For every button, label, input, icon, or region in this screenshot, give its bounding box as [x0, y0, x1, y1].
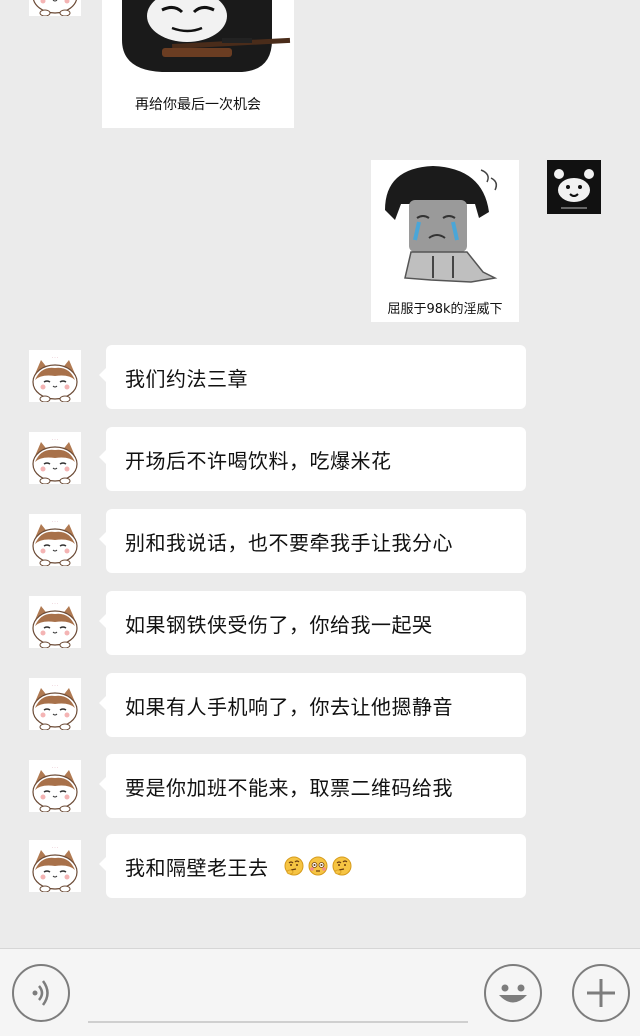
message-text: 我和隔壁老王去 — [125, 855, 269, 880]
contact-avatar[interactable] — [29, 596, 81, 648]
contact-avatar[interactable] — [29, 432, 81, 484]
contact-avatar[interactable] — [29, 514, 81, 566]
cat-avatar-image — [29, 514, 81, 566]
message-bubble[interactable]: 我们约法三章 — [99, 345, 526, 409]
message-text: 要是你加班不能来，取票二维码给我 — [125, 775, 453, 800]
message-bubble[interactable]: 别和我说话，也不要牵我手让我分心 — [99, 509, 526, 573]
message-text: 如果钢铁侠受伤了，你给我一起哭 — [125, 612, 433, 637]
message-bubble[interactable]: 如果有人手机响了，你去让他摁静音 — [99, 673, 526, 737]
cat-avatar-image — [29, 0, 81, 16]
emoji-icon — [499, 984, 527, 1003]
cat-avatar-image — [29, 840, 81, 892]
cat-avatar-image — [29, 596, 81, 648]
cat-avatar-image — [29, 760, 81, 812]
message-bubble[interactable]: 我和隔壁老王去 — [99, 834, 526, 898]
thinking-face-emoji — [283, 855, 305, 877]
panda-rifle-image — [122, 0, 291, 72]
sent-sticker[interactable]: 屈服于98k的淫威下 — [371, 160, 519, 322]
emoji-button[interactable] — [484, 964, 542, 1022]
message-text: 如果有人手机响了，你去让他摁静音 — [125, 694, 453, 719]
message-bubble[interactable]: 如果钢铁侠受伤了，你给我一起哭 — [99, 591, 526, 655]
voice-icon — [32, 980, 49, 1006]
contact-avatar[interactable] — [29, 840, 81, 892]
cat-avatar-image — [29, 432, 81, 484]
contact-avatar[interactable] — [29, 760, 81, 812]
flushed-face-emoji — [307, 855, 329, 877]
message-bubble[interactable]: 开场后不许喝饮料，吃爆米花 — [99, 427, 526, 491]
input-bar — [0, 948, 640, 1036]
message-input-underline[interactable] — [88, 1021, 468, 1023]
cat-avatar-image — [29, 678, 81, 730]
message-text: 我们约法三章 — [125, 366, 248, 391]
more-options-button[interactable] — [572, 964, 630, 1022]
voice-button[interactable] — [12, 964, 70, 1022]
message-text: 别和我说话，也不要牵我手让我分心 — [125, 530, 453, 555]
emoji-group — [281, 855, 353, 877]
self-avatar[interactable] — [547, 160, 601, 214]
bear-avatar-image — [547, 160, 601, 214]
sent-sticker-caption: 屈服于98k的淫威下 — [387, 302, 503, 317]
received-sticker[interactable]: 再给你最后一次机会 — [102, 0, 294, 128]
cat-avatar-image — [29, 350, 81, 402]
message-bubble[interactable]: 要是你加班不能来，取票二维码给我 — [99, 754, 526, 818]
contact-avatar[interactable] — [29, 0, 81, 16]
mushroom-head-crying-image — [385, 166, 498, 283]
contact-avatar[interactable] — [29, 350, 81, 402]
message-text: 开场后不许喝饮料，吃爆米花 — [125, 448, 392, 473]
contact-avatar[interactable] — [29, 678, 81, 730]
received-sticker-caption: 再给你最后一次机会 — [135, 97, 261, 113]
plus-icon — [587, 979, 615, 1007]
thinking-face-emoji — [331, 855, 353, 877]
